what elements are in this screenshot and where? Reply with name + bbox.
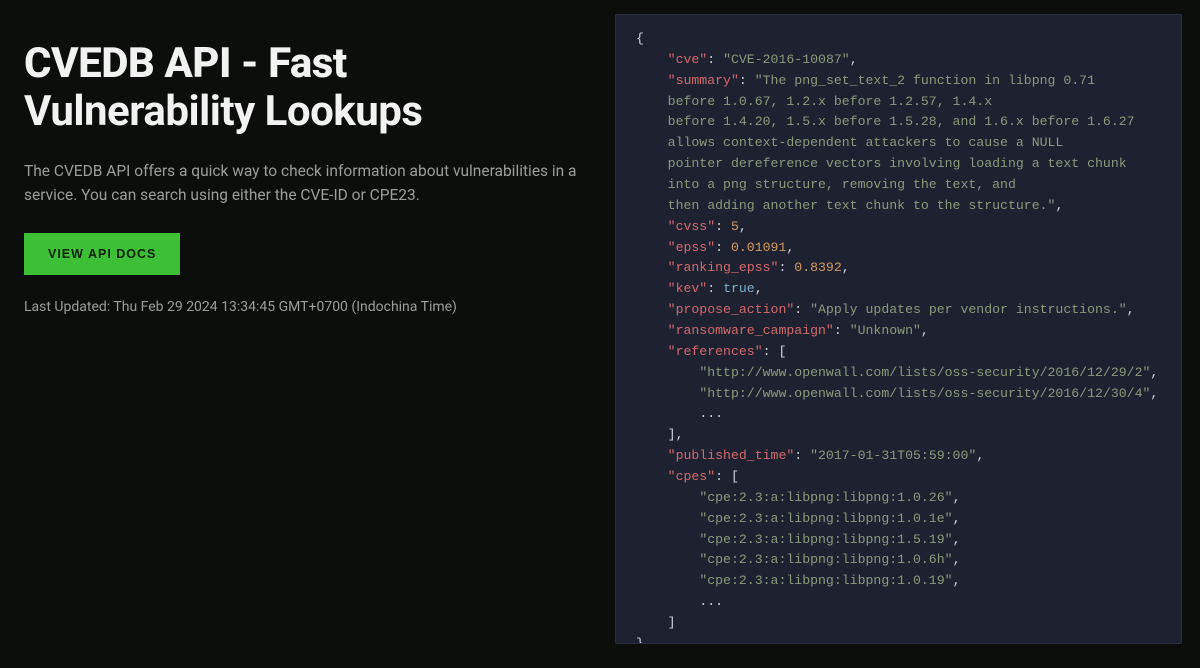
title-rest: Vulnerability Lookups — [24, 87, 422, 136]
page-title: CVEDB API - Fast Vulnerability Lookups — [24, 40, 579, 137]
hero-panel: CVEDB API - Fast Vulnerability Lookups T… — [0, 0, 615, 668]
json-preview: { "cve": "CVE-2016-10087", "summary": "T… — [615, 14, 1182, 644]
last-updated-text: Last Updated: Thu Feb 29 2024 13:34:45 G… — [24, 299, 579, 315]
code-panel: { "cve": "CVE-2016-10087", "summary": "T… — [615, 0, 1200, 668]
title-lead: CVEDB API - Fast — [24, 39, 347, 88]
hero-description: The CVEDB API offers a quick way to chec… — [24, 159, 579, 207]
view-api-docs-button[interactable]: VIEW API DOCS — [24, 233, 180, 275]
